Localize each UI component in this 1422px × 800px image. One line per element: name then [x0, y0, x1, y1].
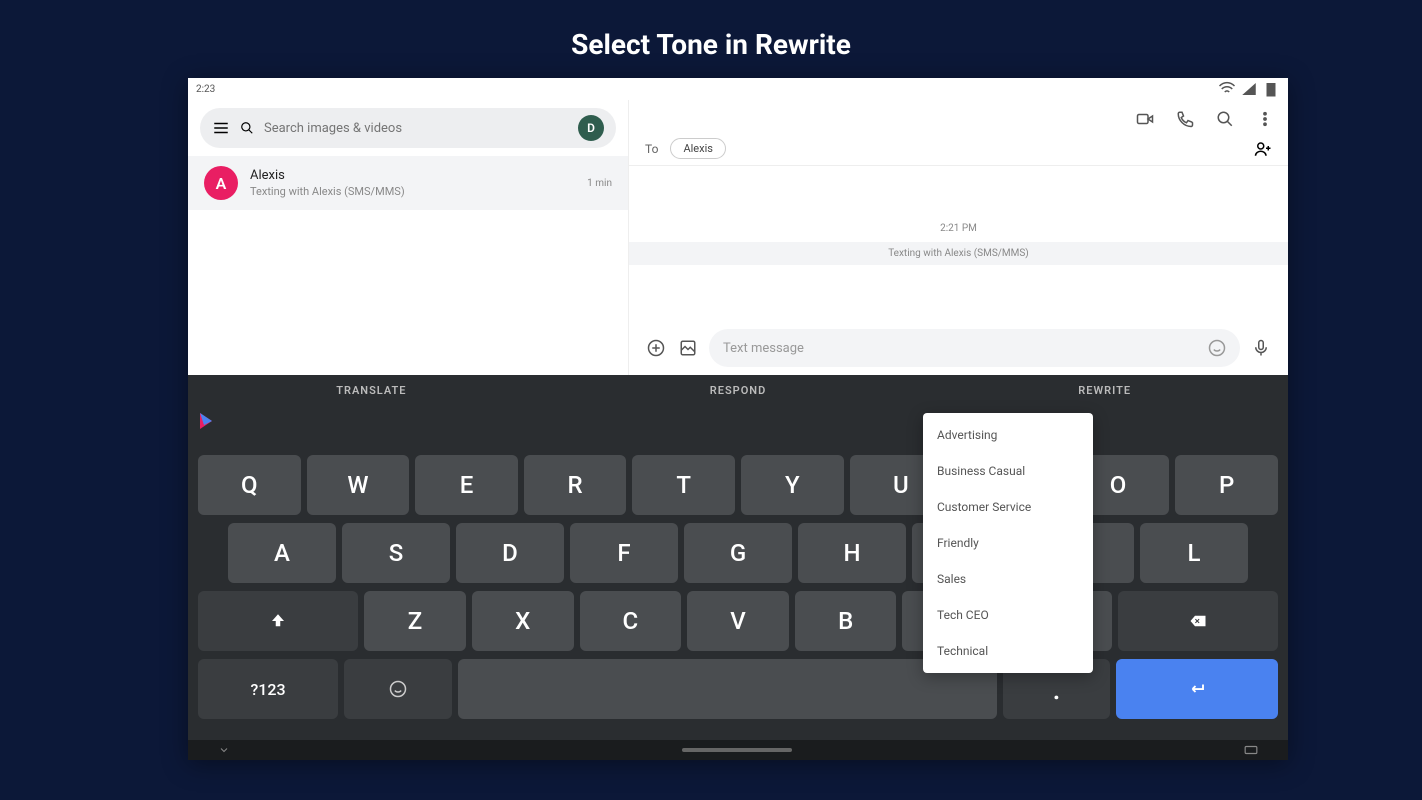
key-d[interactable]: D	[456, 523, 564, 583]
key-z[interactable]: Z	[364, 591, 466, 651]
key-g[interactable]: G	[684, 523, 792, 583]
key-x[interactable]: X	[472, 591, 574, 651]
key-v[interactable]: V	[687, 591, 789, 651]
conversation-item[interactable]: A Alexis Texting with Alexis (SMS/MMS) 1…	[188, 156, 628, 210]
menu-icon[interactable]	[212, 119, 230, 137]
status-bar: 2:23	[188, 78, 1288, 100]
key-b[interactable]: B	[795, 591, 897, 651]
key-e[interactable]: E	[415, 455, 518, 515]
backspace-icon	[1189, 612, 1207, 630]
message-timestamp: 2:21 PM	[940, 223, 977, 234]
wifi-icon	[1218, 80, 1236, 98]
emoji-key-icon	[389, 680, 407, 698]
tone-option[interactable]: Advertising	[923, 417, 1093, 453]
device-frame: 2:23 D A Alexis Texting with Alexis (SMS…	[188, 78, 1288, 760]
tone-option[interactable]: Tech CEO	[923, 597, 1093, 633]
conversation-list-pane: D A Alexis Texting with Alexis (SMS/MMS)…	[188, 100, 628, 375]
numbers-key[interactable]: ?123	[198, 659, 338, 719]
emoji-key[interactable]	[344, 659, 452, 719]
key-y[interactable]: Y	[741, 455, 844, 515]
key-f[interactable]: F	[570, 523, 678, 583]
search-chat-icon[interactable]	[1216, 110, 1234, 128]
enter-icon	[1188, 680, 1206, 698]
keyboard-tabs: TRANSLATE RESPOND REWRITE	[188, 375, 1288, 405]
tone-option[interactable]: Customer Service	[923, 489, 1093, 525]
plus-icon[interactable]	[645, 337, 667, 359]
space-key[interactable]	[458, 659, 997, 719]
enter-key[interactable]	[1116, 659, 1278, 719]
call-icon[interactable]	[1176, 110, 1194, 128]
mic-icon[interactable]	[1250, 337, 1272, 359]
key-l[interactable]: L	[1140, 523, 1248, 583]
add-person-icon[interactable]	[1254, 140, 1272, 158]
status-time: 2:23	[196, 84, 215, 95]
backspace-key[interactable]	[1118, 591, 1278, 651]
contact-name: Alexis	[250, 168, 575, 183]
conversation-preview: Texting with Alexis (SMS/MMS)	[250, 185, 575, 198]
chat-pane: To Alexis 2:21 PM Texting with Alexis (S…	[628, 100, 1288, 375]
message-area: 2:21 PM Texting with Alexis (SMS/MMS)	[629, 166, 1288, 321]
emoji-icon[interactable]	[1208, 339, 1226, 357]
conversation-time: 1 min	[587, 178, 612, 189]
more-icon[interactable]	[1256, 110, 1274, 128]
tone-option[interactable]: Business Casual	[923, 453, 1093, 489]
signal-icon	[1240, 80, 1258, 98]
nav-collapse-icon[interactable]	[218, 744, 230, 756]
key-p[interactable]: P	[1175, 455, 1278, 515]
messaging-app: D A Alexis Texting with Alexis (SMS/MMS)…	[188, 100, 1288, 375]
keyboard-logo-icon[interactable]	[198, 411, 214, 435]
shift-icon	[269, 612, 287, 630]
contact-avatar: A	[204, 166, 238, 200]
nav-handle[interactable]	[682, 748, 792, 752]
compose-row: Text message	[629, 321, 1288, 375]
recipient-chip[interactable]: Alexis	[670, 138, 726, 159]
search-input[interactable]	[264, 121, 568, 136]
to-label: To	[645, 142, 658, 156]
message-input[interactable]: Text message	[709, 329, 1240, 367]
tone-menu: AdvertisingBusiness CasualCustomer Servi…	[923, 413, 1093, 673]
system-nav-bar	[188, 740, 1288, 760]
recipient-row: To Alexis	[629, 132, 1288, 166]
search-icon	[240, 121, 254, 135]
key-q[interactable]: Q	[198, 455, 301, 515]
tone-option[interactable]: Sales	[923, 561, 1093, 597]
tab-rewrite[interactable]: REWRITE	[921, 384, 1288, 397]
page-title: Select Tone in Rewrite	[0, 0, 1422, 77]
key-c[interactable]: C	[580, 591, 682, 651]
key-a[interactable]: A	[228, 523, 336, 583]
key-s[interactable]: S	[342, 523, 450, 583]
search-bar[interactable]: D	[200, 108, 616, 148]
gallery-icon[interactable]	[677, 337, 699, 359]
tab-translate[interactable]: TRANSLATE	[188, 384, 555, 397]
tone-option[interactable]: Technical	[923, 633, 1093, 669]
key-t[interactable]: T	[632, 455, 735, 515]
status-icons	[1218, 80, 1280, 98]
nav-keyboard-icon[interactable]	[1244, 743, 1258, 757]
video-call-icon[interactable]	[1136, 110, 1154, 128]
tab-respond[interactable]: RESPOND	[555, 384, 922, 397]
profile-avatar[interactable]: D	[578, 115, 604, 141]
battery-icon	[1262, 80, 1280, 98]
message-placeholder: Text message	[723, 341, 804, 356]
key-h[interactable]: H	[798, 523, 906, 583]
keyboard: TRANSLATE RESPOND REWRITE QWERTYUIOP ASD…	[188, 375, 1288, 760]
shift-key[interactable]	[198, 591, 358, 651]
tone-option[interactable]: Friendly	[923, 525, 1093, 561]
message-banner: Texting with Alexis (SMS/MMS)	[629, 242, 1288, 265]
key-w[interactable]: W	[307, 455, 410, 515]
key-r[interactable]: R	[524, 455, 627, 515]
